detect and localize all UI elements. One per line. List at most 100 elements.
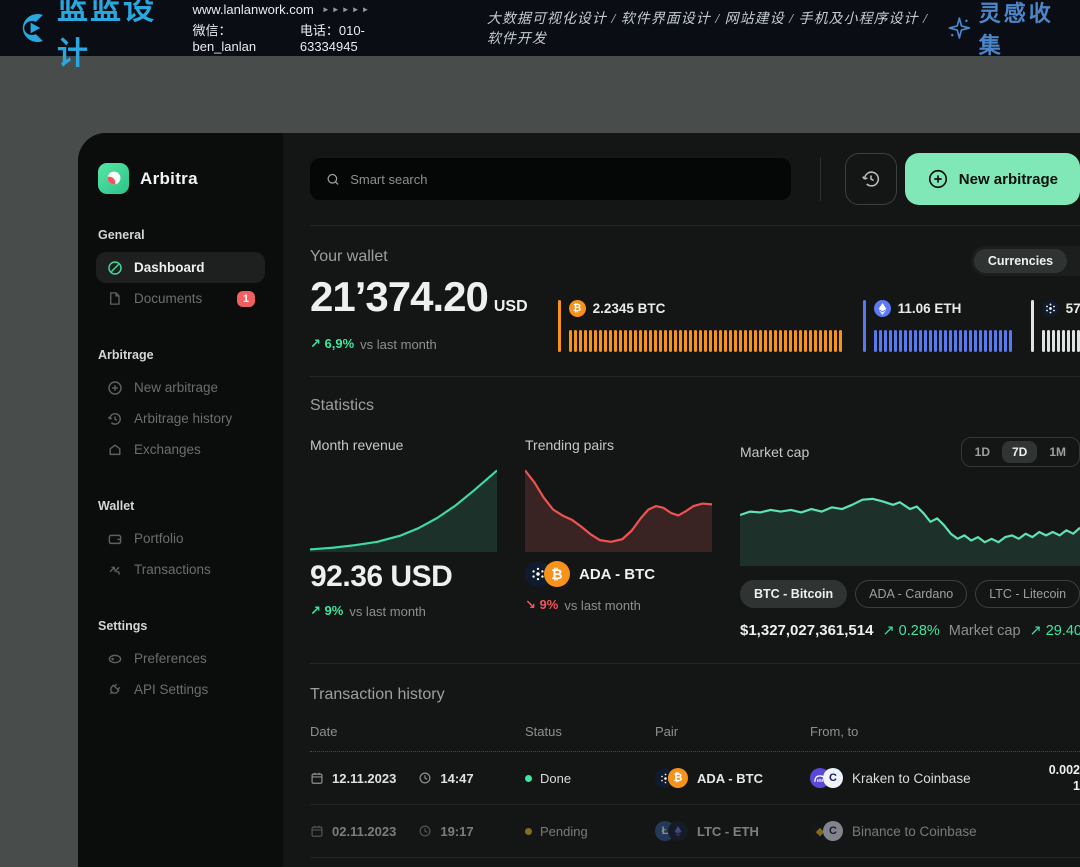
ada-amount: 5732.61 ADA <box>1066 301 1080 316</box>
sidebar-item-label: Exchanges <box>134 442 201 457</box>
sidebar-item-arbitrage-history[interactable]: Arbitrage history <box>96 403 265 434</box>
volume-change: ↗ 29.40% <box>1030 623 1080 639</box>
holding-eth[interactable]: 11.06 ETH <box>863 300 1018 352</box>
search-input[interactable] <box>350 172 775 187</box>
site-logo-text: 蓝蓝设计 <box>57 0 172 73</box>
arbitra-logo-icon <box>98 163 129 194</box>
trending-pair-change: ↘ 9% <box>525 597 558 613</box>
sidebar-item-label: Dashboard <box>134 260 205 275</box>
tx-time: 14:47 <box>440 771 473 786</box>
site-logo[interactable]: 蓝蓝设计 <box>14 0 172 73</box>
transaction-history-section: Transaction history Date Status Pair Fro… <box>310 686 1080 867</box>
col-date: Date <box>310 724 525 739</box>
sidebar-item-documents[interactable]: Documents 1 <box>96 283 265 314</box>
btc-rail <box>558 300 561 352</box>
topbar-divider <box>820 157 821 201</box>
status-badge: Pending <box>540 824 588 839</box>
plug-icon <box>106 681 123 698</box>
eth-icon <box>874 300 891 317</box>
sidebar-item-portfolio[interactable]: Portfolio <box>96 523 265 554</box>
month-revenue-value: 92.36 USD <box>310 560 497 594</box>
main-content: New arbitrage Your wallet Currencies Exc… <box>283 133 1080 867</box>
tx-date: 12.11.2023 <box>332 771 396 786</box>
lanlan-logo-icon <box>14 10 49 46</box>
tx-amount: 0.002 1 <box>1000 762 1080 794</box>
ada-bars <box>1042 330 1080 352</box>
site-url[interactable]: www.lanlanwork.com <box>192 2 313 17</box>
clock-icon <box>418 771 432 785</box>
sidebar-item-dashboard[interactable]: Dashboard <box>96 252 265 283</box>
sidebar: Arbitra General Dashboard Documents 1 Ar… <box>78 133 283 867</box>
wallet-icon <box>106 530 123 547</box>
pill-ada[interactable]: ADA - Cardano <box>855 580 967 608</box>
sparkle-icon <box>948 15 971 41</box>
balance-change: ↗ 6,9% <box>310 336 354 352</box>
collect-label: 灵感收集 <box>979 0 1066 60</box>
tx-route: Kraken to Coinbase <box>852 771 971 786</box>
dashboard-window: Arbitra General Dashboard Documents 1 Ar… <box>78 133 1080 867</box>
table-row[interactable]: 29.10.2023 04:23 Done ₿ ADA - BTC <box>310 858 1080 867</box>
document-icon <box>106 290 123 307</box>
nav-section-wallet: Wallet <box>98 499 263 513</box>
sidebar-item-new-arbitrage[interactable]: New arbitrage <box>96 372 265 403</box>
swap-arrows-icon <box>106 561 123 578</box>
tab-exchanges[interactable]: Exchanges <box>1067 249 1080 273</box>
history-button[interactable] <box>845 153 897 205</box>
nav-section-settings: Settings <box>98 619 263 633</box>
market-cap-value: $1,327,027,361,514 <box>740 622 873 639</box>
coin-pills: BTC - Bitcoin ADA - Cardano LTC - Liteco… <box>740 580 1080 608</box>
calendar-icon <box>310 771 324 785</box>
sidebar-item-preferences[interactable]: Preferences <box>96 643 265 674</box>
balance-change-suffix: vs last month <box>360 337 437 352</box>
section-divider <box>310 225 1080 226</box>
site-contact: www.lanlanwork.com ►►►►► 微信：ben_lanlan 电… <box>192 2 406 54</box>
pair-icons: Ł <box>655 821 688 841</box>
sidebar-item-label: Portfolio <box>134 531 184 546</box>
sidebar-item-label: Arbitrage history <box>134 411 232 426</box>
sidebar-item-label: Documents <box>134 291 202 306</box>
site-header: 蓝蓝设计 www.lanlanwork.com ►►►►► 微信：ben_lan… <box>0 0 1080 56</box>
table-row[interactable]: 12.11.2023 14:47 Done ₿ ADA - BTC <box>310 752 1080 805</box>
table-row[interactable]: 02.11.2023 19:17 Pending Ł LTC - ETH <box>310 805 1080 858</box>
pill-btc[interactable]: BTC - Bitcoin <box>740 580 847 608</box>
range-1d[interactable]: 1D <box>965 441 1000 463</box>
range-1m[interactable]: 1M <box>1039 441 1076 463</box>
tab-currencies[interactable]: Currencies <box>974 249 1067 273</box>
status-badge: Done <box>540 771 571 786</box>
sidebar-item-api-settings[interactable]: API Settings <box>96 674 265 705</box>
range-toggle: 1D 7D 1M <box>961 437 1080 467</box>
market-cap-chart <box>740 481 1080 566</box>
range-7d[interactable]: 7D <box>1002 441 1037 463</box>
tx-date: 02.11.2023 <box>332 824 396 839</box>
documents-badge: 1 <box>237 291 255 307</box>
app-logo[interactable]: Arbitra <box>98 163 263 194</box>
trending-pairs-chart <box>525 467 712 552</box>
btc-amount: 2.2345 BTC <box>593 301 666 316</box>
new-arbitrage-label: New arbitrage <box>959 171 1058 188</box>
bank-icon <box>106 441 123 458</box>
col-status: Status <box>525 724 655 739</box>
sidebar-item-label: New arbitrage <box>134 380 218 395</box>
search-box[interactable] <box>310 158 791 200</box>
eth-bars <box>874 330 1012 352</box>
trending-pairs-card: Trending pairs ₿ ADA - BTC ↘ 9% v <box>525 437 712 639</box>
sidebar-item-exchanges[interactable]: Exchanges <box>96 434 265 465</box>
site-phone: 电话：010-63334945 <box>300 20 407 54</box>
sidebar-item-transactions[interactable]: Transactions <box>96 554 265 585</box>
coinbase-icon: C <box>823 821 843 841</box>
nav-section-arbitrage: Arbitrage <box>98 348 263 362</box>
holding-btc[interactable]: ₿ 2.2345 BTC <box>558 300 850 352</box>
wallet-section: Your wallet Currencies Exchanges 21’374.… <box>310 248 1080 352</box>
tx-pair: ADA - BTC <box>697 771 763 786</box>
new-arbitrage-button[interactable]: New arbitrage <box>905 153 1080 205</box>
inspiration-collect[interactable]: 灵感收集 <box>948 0 1066 60</box>
trending-pairs-label: Trending pairs <box>525 437 712 453</box>
holding-ada[interactable]: 5732.61 ADA <box>1031 300 1080 352</box>
market-cap-stats: $1,327,027,361,514 ↗ 0.28% Market cap ↗ … <box>740 622 1080 639</box>
pill-ltc[interactable]: LTC - Litecoin <box>975 580 1080 608</box>
tx-time: 19:17 <box>440 824 473 839</box>
dashboard-icon <box>106 259 123 276</box>
site-wechat: 微信：ben_lanlan <box>192 20 281 54</box>
nav-section-general: General <box>98 228 263 242</box>
statistics-section: Statistics Month revenue 92.36 USD ↗ 9% … <box>310 397 1080 639</box>
